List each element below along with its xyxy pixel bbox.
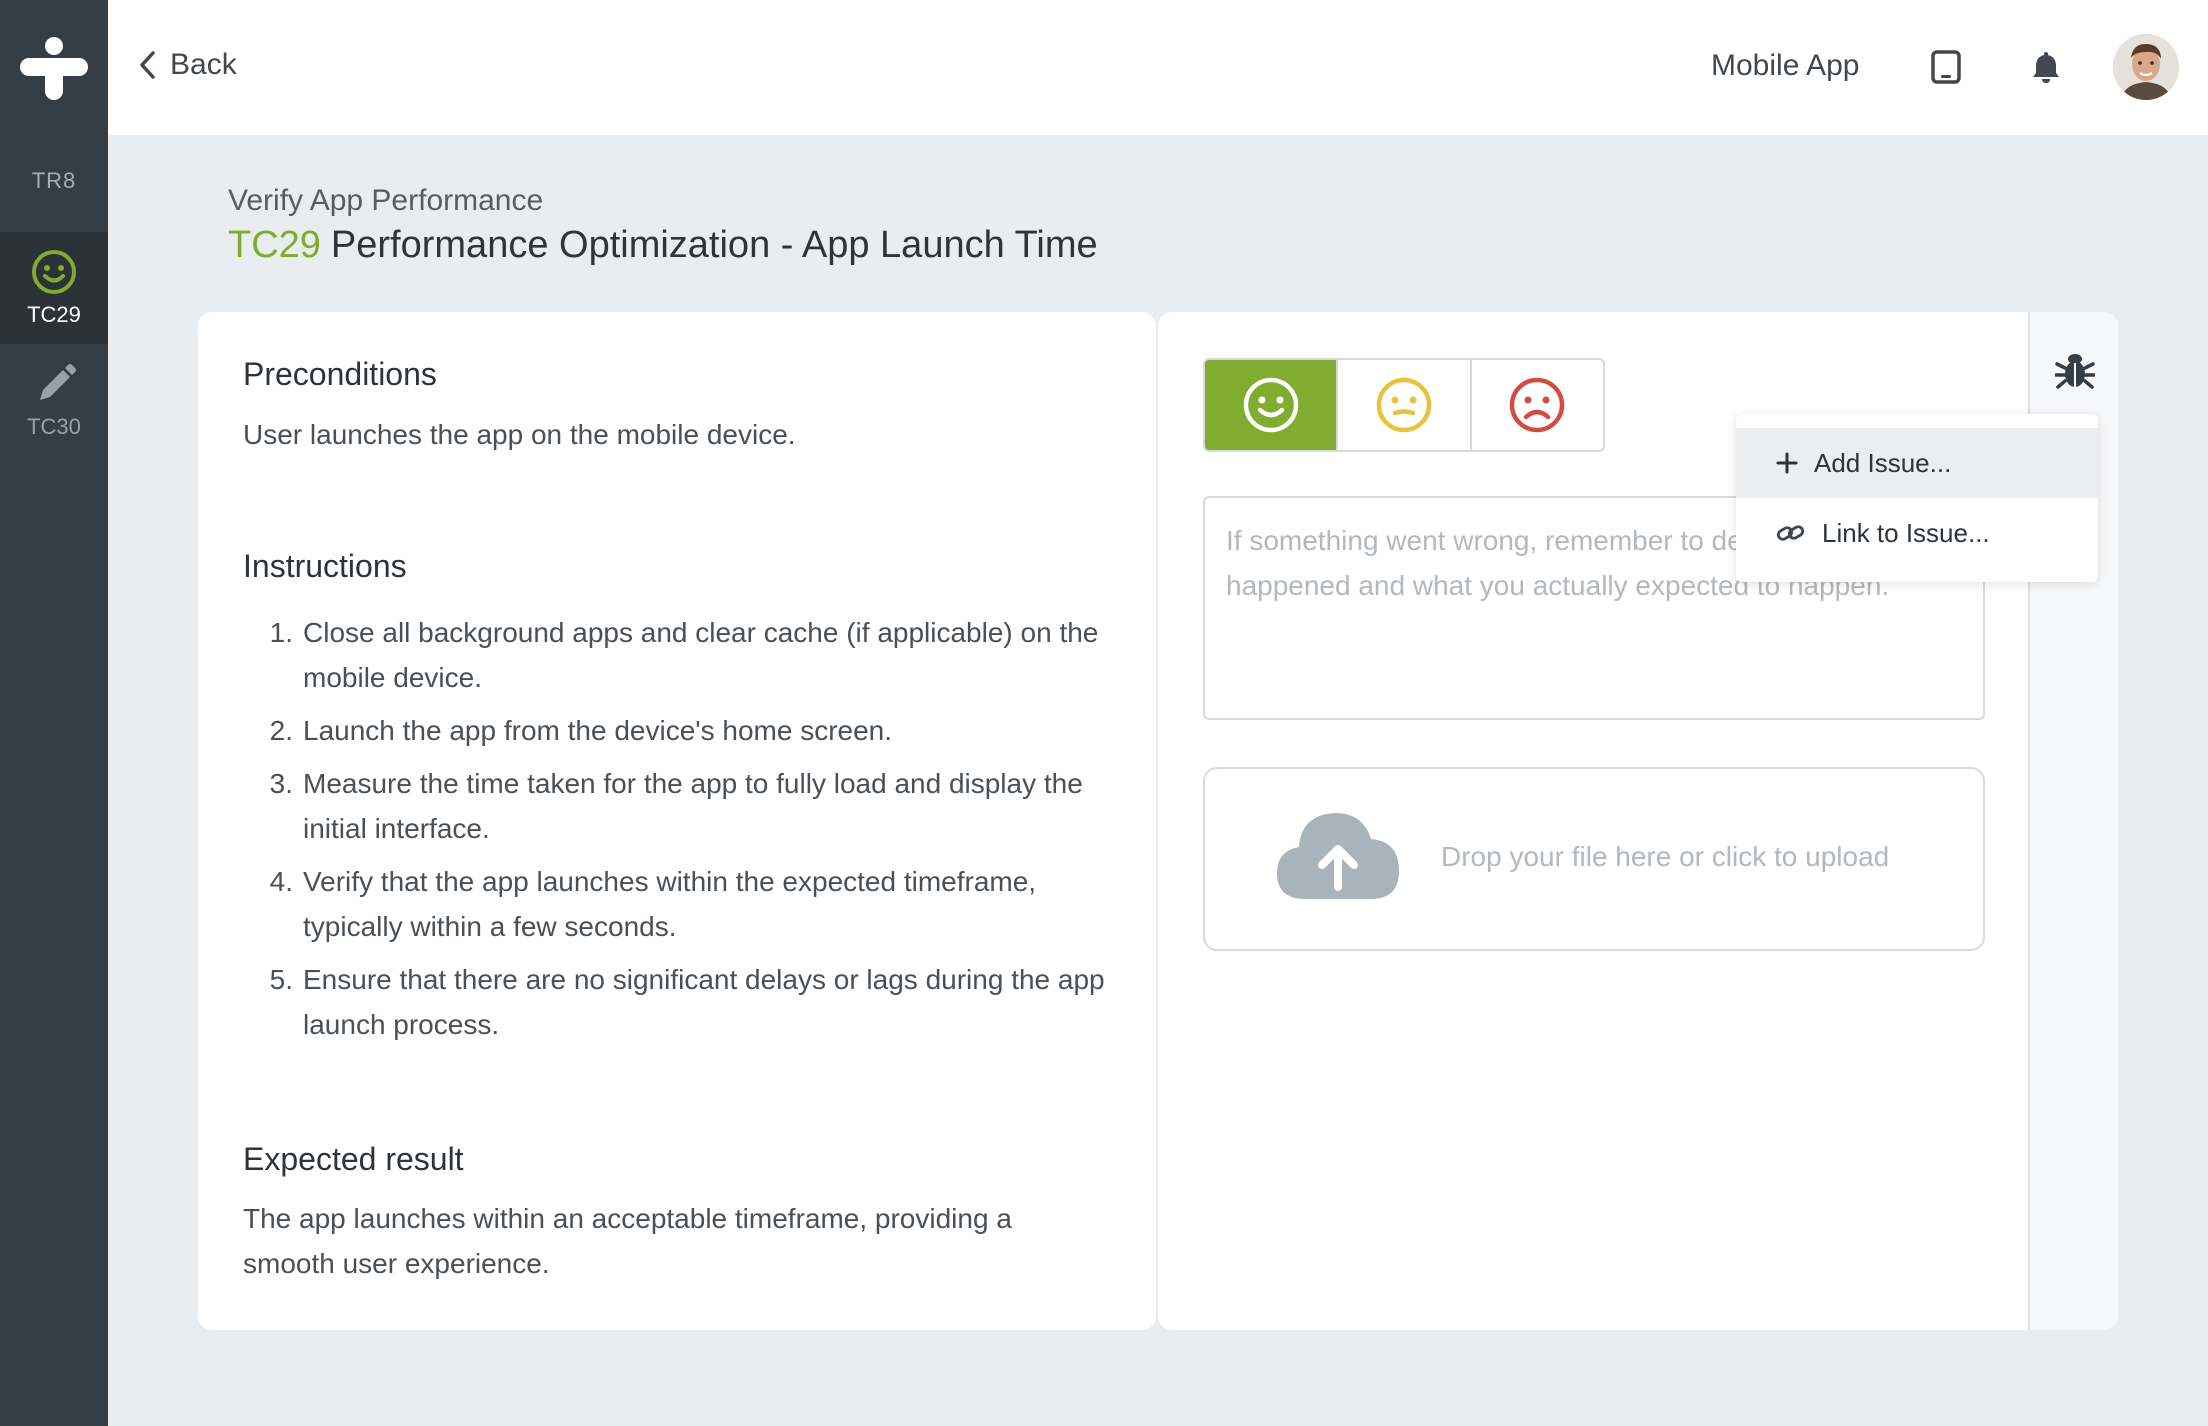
- step-text: Ensure that there are no significant del…: [303, 964, 1105, 1040]
- plus-icon: [1776, 452, 1798, 474]
- step-number: 5.: [269, 964, 293, 995]
- link-issue-label: Link to Issue...: [1822, 517, 1990, 548]
- preconditions-text: User launches the app on the mobile devi…: [243, 419, 796, 450]
- step-number: 3.: [269, 768, 293, 799]
- add-issue-menu-item[interactable]: Add Issue...: [1736, 428, 2098, 498]
- instructions-heading: Instructions: [243, 548, 407, 584]
- smile-icon: [1243, 377, 1298, 433]
- test-run-label: TR8: [31, 168, 77, 193]
- step-number: 2.: [269, 715, 293, 746]
- link-issue-menu-item[interactable]: Link to Issue...: [1736, 498, 2098, 568]
- sidebar-item-tc30[interactable]: TC30: [0, 344, 108, 456]
- instruction-step: 5. Ensure that there are no significant d…: [243, 957, 1123, 1047]
- app-logo[interactable]: [0, 0, 108, 135]
- step-number: 1.: [269, 617, 293, 648]
- instructions-list: 1. Close all background apps and clear ca…: [243, 610, 1123, 1055]
- sidebar: TR8 TC29 TC30: [0, 0, 108, 1426]
- step-text: Verify that the app launches within the …: [303, 866, 1037, 942]
- back-label: Back: [170, 48, 237, 81]
- neutral-face-icon: [1376, 377, 1432, 433]
- page-title: TC29 Performance Optimization - App Launc…: [228, 224, 1098, 267]
- upload-text: Drop your file here or click to upload: [1441, 841, 1890, 872]
- top-header: Back Mobile App: [108, 0, 2208, 135]
- step-text: Close all background apps and clear cach…: [303, 617, 1099, 693]
- add-issue-label: Add Issue...: [1814, 447, 1952, 478]
- blocked-button[interactable]: [1338, 360, 1472, 450]
- instruction-step: 1. Close all background apps and clear ca…: [243, 610, 1123, 700]
- expected-result-text: The app launches within an acceptable ti…: [243, 1203, 1012, 1279]
- sidebar-item-tc29[interactable]: TC29: [0, 232, 108, 344]
- file-upload-dropzone[interactable]: Drop your file here or click to upload: [1203, 767, 1985, 951]
- issue-dropdown-menu: Add Issue... Link to Issue...: [1736, 414, 2098, 582]
- step-number: 4.: [269, 866, 293, 897]
- expected-result-heading: Expected result: [243, 1141, 464, 1177]
- test-case-details-card: Preconditions User launches the app on t…: [198, 312, 1156, 1330]
- instruction-step: 3. Measure the time taken for the app to …: [243, 761, 1123, 851]
- test-case-title: Performance Optimization - App Launch Ti…: [330, 224, 1098, 266]
- fail-button[interactable]: [1471, 360, 1603, 450]
- user-avatar[interactable]: [2113, 34, 2179, 100]
- test-case-id: TC29: [228, 224, 321, 266]
- instruction-step: 4. Verify that the app launches within th…: [243, 859, 1123, 949]
- sidebar-item-label: TC30: [27, 414, 81, 439]
- step-text: Measure the time taken for the app to fu…: [303, 768, 1083, 844]
- bell-icon[interactable]: [2031, 50, 2061, 84]
- sidebar-item-label: TC29: [27, 302, 81, 327]
- project-name[interactable]: Mobile App: [1711, 49, 1859, 83]
- back-button[interactable]: Back: [138, 48, 237, 82]
- preconditions-heading: Preconditions: [243, 356, 437, 392]
- chevron-left-icon: [140, 51, 155, 79]
- bug-icon[interactable]: [2055, 350, 2095, 390]
- tablet-icon[interactable]: [1930, 50, 1962, 84]
- instruction-step: 2. Launch the app from the device's home …: [243, 708, 1123, 753]
- cloud-upload-icon: [1277, 813, 1399, 899]
- link-icon: [1776, 525, 1805, 541]
- avatar-icon: [2113, 34, 2179, 100]
- suite-name: Verify App Performance: [228, 184, 544, 217]
- result-selector: [1203, 358, 1605, 452]
- step-text: Launch the app from the device's home sc…: [303, 715, 893, 746]
- logo-icon: [20, 37, 88, 100]
- smile-icon: [32, 250, 76, 294]
- pencil-icon: [40, 364, 76, 400]
- frown-icon: [1510, 377, 1565, 433]
- pass-button[interactable]: [1205, 360, 1339, 450]
